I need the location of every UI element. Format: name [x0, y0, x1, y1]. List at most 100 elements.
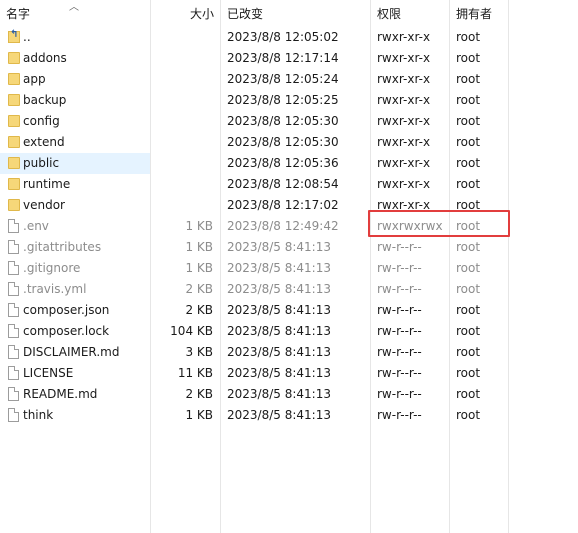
file-modified-date: 2023/8/8 12:05:02 [227, 30, 339, 44]
file-row[interactable]: public 2023/8/8 12:05:36 rwxr-xr-x root [0, 153, 578, 174]
file-owner: root [456, 114, 481, 128]
file-row[interactable]: runtime 2023/8/8 12:08:54 rwxr-xr-x root [0, 174, 578, 195]
file-owner: root [456, 345, 481, 359]
file-owner: root [456, 93, 481, 107]
file-owner: root [456, 156, 481, 170]
file-owner: root [456, 240, 481, 254]
file-permissions: rw-r--r-- [377, 282, 422, 296]
file-modified-date: 2023/8/8 12:05:30 [227, 114, 339, 128]
file-modified-date: 2023/8/5 8:41:13 [227, 408, 331, 422]
column-header-owner[interactable]: 拥有者 [456, 0, 492, 26]
file-name-cell[interactable]: runtime [0, 174, 150, 195]
file-name-cell[interactable]: .travis.yml [0, 279, 150, 300]
file-icon [8, 345, 19, 359]
file-row[interactable]: DISCLAIMER.md 3 KB 2023/8/5 8:41:13 rw-r--r… [0, 342, 578, 363]
column-header-size[interactable]: 大小 [190, 0, 214, 26]
file-owner: root [456, 261, 481, 275]
file-size: 104 KB [170, 324, 213, 338]
file-name-cell[interactable]: app [0, 69, 150, 90]
file-name-cell[interactable]: think [0, 405, 150, 426]
folder-icon [8, 178, 20, 190]
file-name-cell[interactable]: backup [0, 90, 150, 111]
file-size: 1 KB [185, 408, 213, 422]
file-name-cell[interactable]: config [0, 111, 150, 132]
file-owner: root [456, 282, 481, 296]
file-name: runtime [23, 177, 71, 191]
file-name-cell[interactable]: addons [0, 48, 150, 69]
file-row[interactable]: composer.json 2 KB 2023/8/5 8:41:13 rw-r--r… [0, 300, 578, 321]
file-row[interactable]: composer.lock 104 KB 2023/8/5 8:41:13 rw-r-… [0, 321, 578, 342]
folder-icon [8, 199, 20, 211]
file-row[interactable]: README.md 2 KB 2023/8/5 8:41:13 rw-r--r-- ro… [0, 384, 578, 405]
file-row[interactable]: addons 2023/8/8 12:17:14 rwxr-xr-x root [0, 48, 578, 69]
file-size: 3 KB [185, 345, 213, 359]
file-permissions: rwxr-xr-x [377, 156, 431, 170]
folder-icon [8, 157, 20, 169]
file-row[interactable]: .gitignore 1 KB 2023/8/5 8:41:13 rw-r--r-- r… [0, 258, 578, 279]
file-name-cell[interactable]: composer.json [0, 300, 150, 321]
file-modified-date: 2023/8/8 12:49:42 [227, 219, 339, 233]
file-name: think [23, 408, 54, 422]
file-name-cell[interactable]: .gitattributes [0, 237, 150, 258]
file-row[interactable]: ↰.. 2023/8/8 12:05:02 rwxr-xr-x root [0, 27, 578, 48]
file-name: app [23, 72, 46, 86]
file-name-cell[interactable]: README.md [0, 384, 150, 405]
column-header-date[interactable]: 已改变 [227, 0, 263, 26]
folder-icon [8, 94, 20, 106]
file-name: composer.json [23, 303, 110, 317]
file-name: vendor [23, 198, 65, 212]
file-icon [8, 387, 19, 401]
up-folder-icon: ↰ [8, 29, 20, 43]
file-permissions: rwxr-xr-x [377, 93, 431, 107]
file-modified-date: 2023/8/5 8:41:13 [227, 261, 331, 275]
file-icon [8, 219, 19, 233]
file-icon [8, 408, 19, 422]
file-size: 2 KB [185, 282, 213, 296]
file-name-cell[interactable]: public [0, 153, 150, 174]
file-modified-date: 2023/8/8 12:08:54 [227, 177, 339, 191]
file-permissions: rw-r--r-- [377, 240, 422, 254]
file-row[interactable]: .travis.yml 2 KB 2023/8/5 8:41:13 rw-r--r--… [0, 279, 578, 300]
file-modified-date: 2023/8/5 8:41:13 [227, 345, 331, 359]
file-modified-date: 2023/8/5 8:41:13 [227, 387, 331, 401]
file-owner: root [456, 51, 481, 65]
file-name-cell[interactable]: .gitignore [0, 258, 150, 279]
file-modified-date: 2023/8/5 8:41:13 [227, 303, 331, 317]
column-header-name[interactable]: 名字 [6, 0, 30, 26]
file-permissions: rw-r--r-- [377, 366, 422, 380]
folder-icon [8, 115, 20, 127]
file-name: .. [23, 30, 31, 44]
file-name: README.md [23, 387, 98, 401]
annotation-highlight-box [368, 210, 510, 237]
file-icon [8, 261, 19, 275]
file-name: .gitignore [23, 261, 81, 275]
file-row[interactable]: LICENSE 11 KB 2023/8/5 8:41:13 rw-r--r-- roo… [0, 363, 578, 384]
file-row[interactable]: think 1 KB 2023/8/5 8:41:13 rw-r--r-- root [0, 405, 578, 426]
file-icon [8, 282, 19, 296]
file-permissions: rwxr-xr-x [377, 114, 431, 128]
file-row[interactable]: .gitattributes 1 KB 2023/8/5 8:41:13 rw-r--… [0, 237, 578, 258]
file-row[interactable]: app 2023/8/8 12:05:24 rwxr-xr-x root [0, 69, 578, 90]
file-owner: root [456, 303, 481, 317]
file-modified-date: 2023/8/8 12:05:24 [227, 72, 339, 86]
file-name-cell[interactable]: vendor [0, 195, 150, 216]
sort-ascending-icon: ︿ [69, 2, 79, 13]
file-name-cell[interactable]: ↰.. [0, 27, 150, 48]
file-name-cell[interactable]: composer.lock [0, 321, 150, 342]
file-name-cell[interactable]: LICENSE [0, 363, 150, 384]
file-permissions: rw-r--r-- [377, 324, 422, 338]
file-modified-date: 2023/8/8 12:05:30 [227, 135, 339, 149]
file-row[interactable]: config 2023/8/8 12:05:30 rwxr-xr-x root [0, 111, 578, 132]
file-row[interactable]: backup 2023/8/8 12:05:25 rwxr-xr-x root [0, 90, 578, 111]
file-name-cell[interactable]: DISCLAIMER.md [0, 342, 150, 363]
file-icon [8, 240, 19, 254]
file-owner: root [456, 387, 481, 401]
file-name: .gitattributes [23, 240, 102, 254]
file-name-cell[interactable]: .env [0, 216, 150, 237]
file-modified-date: 2023/8/8 12:05:25 [227, 93, 339, 107]
column-header-permissions[interactable]: 权限 [377, 0, 401, 26]
file-icon [8, 303, 19, 317]
file-name-cell[interactable]: extend [0, 132, 150, 153]
file-modified-date: 2023/8/5 8:41:13 [227, 366, 331, 380]
file-row[interactable]: extend 2023/8/8 12:05:30 rwxr-xr-x root [0, 132, 578, 153]
